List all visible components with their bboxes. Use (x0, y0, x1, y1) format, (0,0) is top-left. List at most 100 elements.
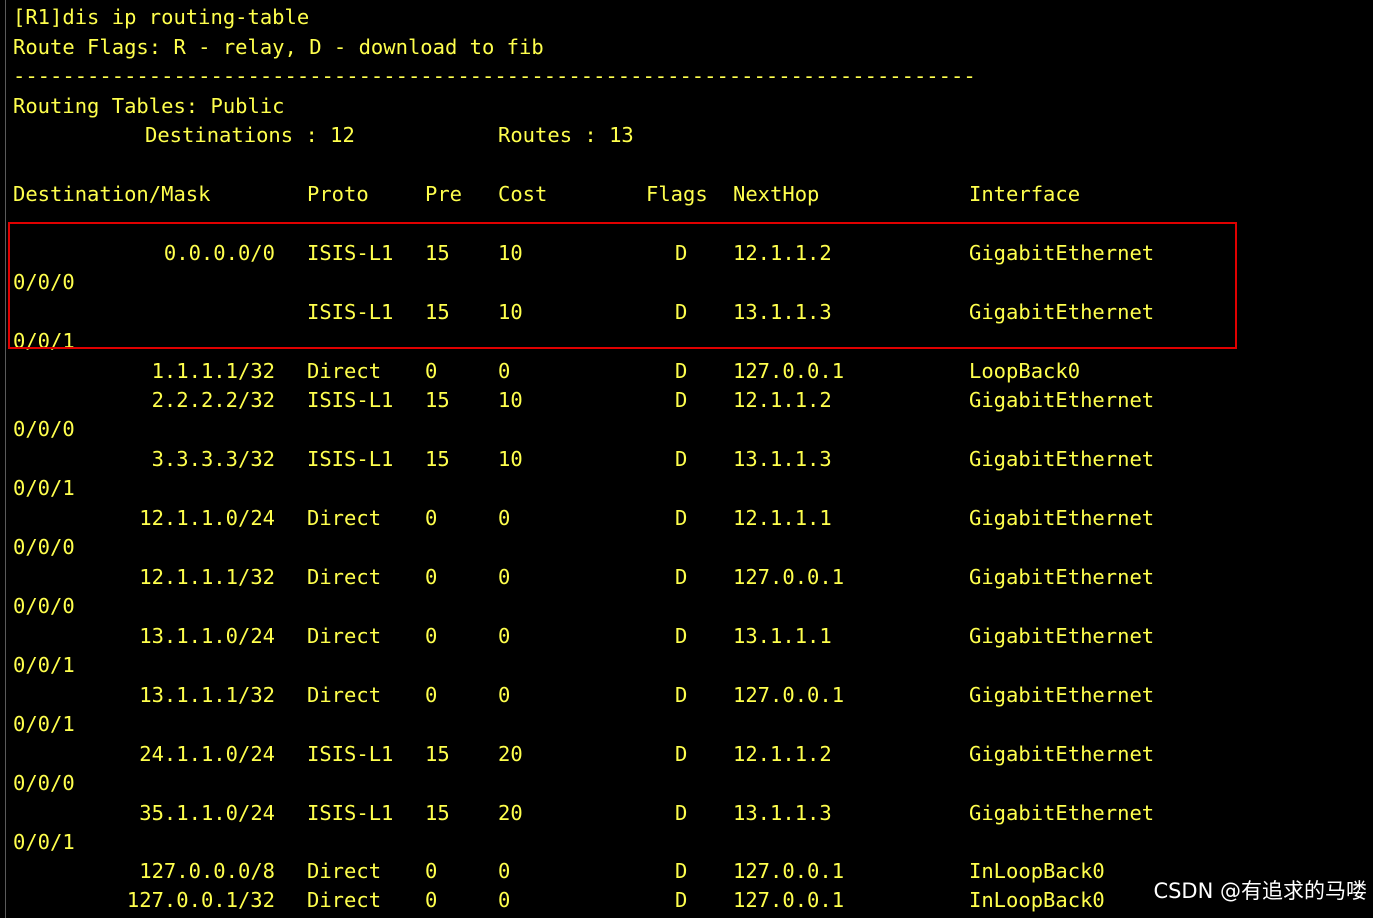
cell-pre: 0 (425, 565, 438, 589)
cell-cost: 0 (498, 359, 511, 383)
cell-pre: 15 (425, 388, 450, 412)
cell-pre: 0 (425, 888, 438, 912)
cell-proto: Direct (307, 506, 382, 530)
cell-iface: InLoopBack0 (969, 859, 1105, 883)
flags-legend: Route Flags: R - relay, D - download to … (13, 35, 544, 59)
cell-cost: 0 (498, 859, 511, 883)
cell-iface: LoopBack0 (969, 359, 1081, 383)
cell-cost: 20 (498, 801, 523, 825)
table-row: 2.2.2.2/32 ISIS-L1 15 10 D 12.1.1.2 GigabitEth… (6, 388, 1256, 412)
header-flags: Flags (646, 182, 708, 206)
cell-cost: 0 (498, 888, 511, 912)
cell-flags: D (675, 388, 688, 412)
interface-continuation: 0/0/1 (13, 476, 75, 500)
header-nexthop: NextHop (733, 182, 820, 206)
cell-cost: 0 (498, 683, 511, 707)
interface-continuation: 0/0/0 (13, 771, 75, 795)
cell-flags: D (675, 359, 688, 383)
highlight-box (8, 222, 1237, 349)
terminal-window[interactable]: [R1]dis ip routing-table Route Flags: R … (5, 0, 1373, 918)
cell-nexthop: 12.1.1.2 (733, 742, 832, 766)
cell-proto: ISIS-L1 (307, 801, 394, 825)
cell-cost: 0 (498, 624, 511, 648)
cell-proto: ISIS-L1 (307, 742, 394, 766)
table-row: 13.1.1.0/24 Direct 0 0 D 13.1.1.1 GigabitEther… (6, 624, 1256, 648)
cell-flags: D (675, 801, 688, 825)
cell-proto: Direct (307, 359, 382, 383)
cell-cost: 20 (498, 742, 523, 766)
cell-flags: D (675, 447, 688, 471)
cell-cost: 10 (498, 388, 523, 412)
table-row: 127.0.0.0/8 Direct 0 0 D 127.0.0.1 InLoopBack0 (6, 859, 1256, 883)
cell-flags: D (675, 859, 688, 883)
cell-iface: GigabitEthernet (969, 683, 1155, 707)
table-title: Routing Tables: Public (13, 94, 285, 118)
table-row: 127.0.0.1/32 Direct 0 0 D 127.0.0.1 InLoopBack… (6, 888, 1256, 912)
cell-pre: 0 (425, 506, 438, 530)
cell-destination: 127.0.0.1/32 (126, 888, 275, 912)
cell-cost: 10 (498, 447, 523, 471)
cell-flags: D (675, 683, 688, 707)
table-row: 3.3.3.3/32 ISIS-L1 15 10 D 13.1.1.3 GigabitEth… (6, 447, 1256, 471)
interface-continuation: 0/0/0 (13, 535, 75, 559)
cell-pre: 15 (425, 447, 450, 471)
table-row: 13.1.1.1/32 Direct 0 0 D 127.0.0.1 GigabitEthe… (6, 683, 1256, 707)
cell-proto: Direct (307, 859, 382, 883)
interface-continuation: 0/0/0 (13, 594, 75, 618)
cell-flags: D (675, 742, 688, 766)
table-header: Destination/Mask Proto Pre Cost Flags Ne… (6, 182, 1206, 206)
header-cost: Cost (498, 182, 548, 206)
cell-destination: 13.1.1.0/24 (139, 624, 275, 648)
table-row: 12.1.1.1/32 Direct 0 0 D 127.0.0.1 GigabitEthe… (6, 565, 1256, 589)
cell-iface: GigabitEthernet (969, 742, 1155, 766)
header-proto: Proto (307, 182, 369, 206)
cell-pre: 0 (425, 859, 438, 883)
cell-destination: 12.1.1.1/32 (139, 565, 275, 589)
routes-count: Routes : 13 (498, 123, 634, 147)
cell-nexthop: 12.1.1.2 (733, 388, 832, 412)
cell-flags: D (675, 565, 688, 589)
watermark: CSDN @有追求的马喽 (1153, 879, 1367, 903)
cell-pre: 0 (425, 359, 438, 383)
cell-pre: 0 (425, 683, 438, 707)
table-row: 12.1.1.0/24 Direct 0 0 D 12.1.1.1 GigabitEther… (6, 506, 1256, 530)
cell-flags: D (675, 506, 688, 530)
destinations-count: Destinations : 12 (145, 123, 355, 147)
cell-destination: 3.3.3.3/32 (151, 447, 275, 471)
table-row: 35.1.1.0/24 ISIS-L1 15 20 D 13.1.1.3 GigabitEt… (6, 801, 1256, 825)
table-row: 1.1.1.1/32 Direct 0 0 D 127.0.0.1 LoopBack0 (6, 359, 1256, 383)
interface-continuation: 0/0/1 (13, 712, 75, 736)
cell-proto: Direct (307, 888, 382, 912)
cell-nexthop: 13.1.1.3 (733, 447, 832, 471)
cell-iface: GigabitEthernet (969, 624, 1155, 648)
cell-pre: 15 (425, 801, 450, 825)
header-destination: Destination/Mask (13, 182, 211, 206)
cell-proto: Direct (307, 683, 382, 707)
cell-flags: D (675, 888, 688, 912)
cell-proto: Direct (307, 565, 382, 589)
cell-nexthop: 127.0.0.1 (733, 888, 845, 912)
cell-destination: 35.1.1.0/24 (139, 801, 275, 825)
cell-pre: 0 (425, 624, 438, 648)
cell-destination: 2.2.2.2/32 (151, 388, 275, 412)
interface-continuation: 0/0/1 (13, 653, 75, 677)
cell-iface: GigabitEthernet (969, 388, 1155, 412)
cell-cost: 0 (498, 506, 511, 530)
cell-destination: 13.1.1.1/32 (139, 683, 275, 707)
cell-nexthop: 127.0.0.1 (733, 683, 845, 707)
cell-proto: ISIS-L1 (307, 447, 394, 471)
cell-nexthop: 127.0.0.1 (733, 859, 845, 883)
cell-iface: GigabitEthernet (969, 801, 1155, 825)
header-interface: Interface (969, 182, 1081, 206)
cell-nexthop: 127.0.0.1 (733, 565, 845, 589)
separator: ----------------------------------------… (13, 64, 976, 88)
cell-pre: 15 (425, 742, 450, 766)
cell-iface: GigabitEthernet (969, 447, 1155, 471)
interface-continuation: 0/0/0 (13, 417, 75, 441)
cell-proto: Direct (307, 624, 382, 648)
table-row: 24.1.1.0/24 ISIS-L1 15 20 D 12.1.1.2 GigabitEt… (6, 742, 1256, 766)
cell-nexthop: 13.1.1.1 (733, 624, 832, 648)
cell-destination: 12.1.1.0/24 (139, 506, 275, 530)
summary-line: Destinations : 12 Routes : 13 (6, 123, 706, 147)
cell-destination: 127.0.0.0/8 (139, 859, 275, 883)
